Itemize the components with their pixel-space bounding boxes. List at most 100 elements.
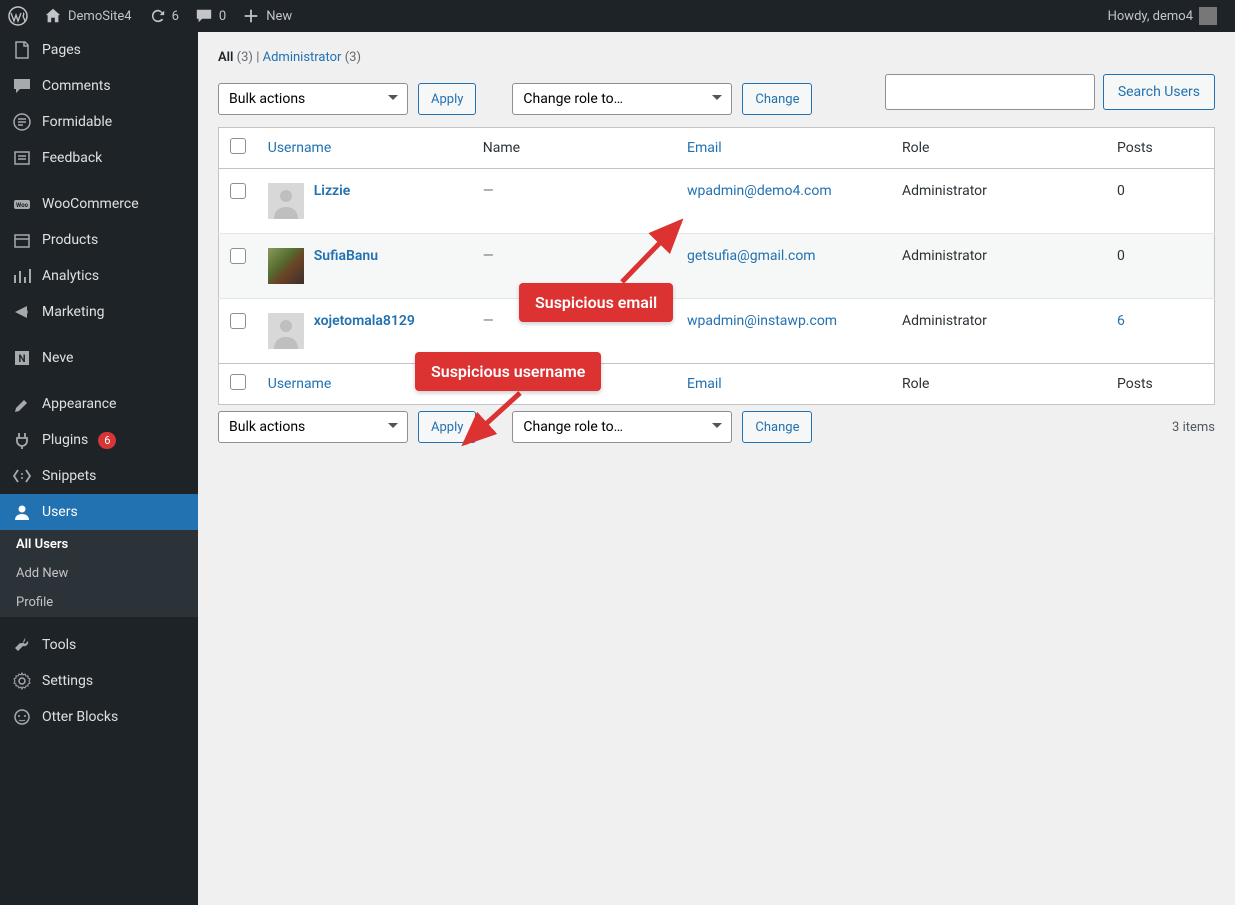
change-button[interactable]: Change: [742, 83, 812, 115]
updates-link[interactable]: 6: [140, 0, 187, 32]
formidable-icon: [12, 112, 32, 132]
sidebar-item-snippets[interactable]: Snippets: [0, 458, 198, 494]
username-link[interactable]: SufiaBanu: [314, 248, 378, 264]
appearance-icon: [12, 394, 32, 414]
sidebar-item-label: Plugins: [42, 432, 88, 448]
feedback-icon: [12, 148, 32, 168]
arrow-email: [610, 212, 700, 287]
products-icon: [12, 230, 32, 250]
items-count-bottom: 3 items: [1172, 420, 1215, 435]
filter-administrator[interactable]: Administrator (3): [263, 50, 361, 65]
posts-cell: 6: [1107, 299, 1215, 364]
sidebar-item-tools[interactable]: Tools: [0, 627, 198, 663]
change-role-select[interactable]: Change role to…: [512, 83, 732, 115]
users-icon: [12, 502, 32, 522]
name-cell: —: [483, 183, 494, 199]
sidebar-item-label: Analytics: [42, 268, 99, 284]
sidebar-item-otter-blocks[interactable]: Otter Blocks: [0, 699, 198, 735]
name-cell: —: [483, 248, 494, 264]
change-role-select-bottom[interactable]: Change role to…: [512, 411, 732, 443]
otter-icon: [12, 707, 32, 727]
row-checkbox[interactable]: [230, 183, 246, 199]
sidebar-item-label: Marketing: [42, 304, 105, 320]
col-role-foot: Role: [892, 364, 1107, 405]
update-icon: [148, 7, 166, 25]
col-email-foot[interactable]: Email: [687, 376, 722, 392]
row-checkbox[interactable]: [230, 313, 246, 329]
username-link[interactable]: Lizzie: [314, 183, 351, 199]
account-link[interactable]: Howdy, demo4: [1100, 0, 1225, 32]
sidebar-item-label: Feedback: [42, 150, 102, 166]
sidebar-item-appearance[interactable]: Appearance: [0, 386, 198, 422]
bulk-actions-select-bottom[interactable]: Bulk actions: [218, 411, 408, 443]
change-button-bottom[interactable]: Change: [742, 411, 812, 443]
sidebar-item-products[interactable]: Products: [0, 222, 198, 258]
username-link[interactable]: xojetomala8129: [314, 313, 415, 329]
updates-count: 6: [172, 9, 179, 24]
sidebar-item-woocommerce[interactable]: Woo WooCommerce: [0, 186, 198, 222]
analytics-icon: [12, 266, 32, 286]
select-all-checkbox[interactable]: [230, 138, 246, 154]
admin-toolbar: DemoSite4 6 0 New Howdy, demo4: [0, 0, 1235, 32]
submenu-all-users[interactable]: All Users: [0, 530, 198, 559]
comments-link[interactable]: 0: [187, 0, 234, 32]
sidebar-item-label: Snippets: [42, 468, 96, 484]
sidebar-item-users[interactable]: Users: [0, 494, 198, 530]
sidebar-item-pages[interactable]: Pages: [0, 32, 198, 68]
row-checkbox[interactable]: [230, 248, 246, 264]
select-all-checkbox-bottom[interactable]: [230, 374, 246, 390]
submenu-add-new[interactable]: Add New: [0, 559, 198, 588]
plugins-icon: [12, 430, 32, 450]
sidebar-item-analytics[interactable]: Analytics: [0, 258, 198, 294]
col-username[interactable]: Username: [268, 140, 332, 156]
arrow-username: [455, 388, 535, 453]
sidebar-item-label: Users: [42, 504, 78, 520]
tools-icon: [12, 635, 32, 655]
neve-icon: N: [12, 348, 32, 368]
col-posts-foot: Posts: [1107, 364, 1215, 405]
table-row: Lizzie—wpadmin@demo4.comAdministrator0: [219, 169, 1215, 234]
comments-count: 0: [219, 9, 226, 24]
email-link[interactable]: getsufia@gmail.com: [687, 248, 816, 264]
col-email[interactable]: Email: [687, 140, 722, 156]
sidebar-item-neve[interactable]: NNeve: [0, 340, 198, 376]
sidebar-item-label: WooCommerce: [42, 196, 139, 212]
sidebar-item-plugins[interactable]: Plugins6: [0, 422, 198, 458]
filter-all[interactable]: All (3): [218, 50, 253, 65]
role-cell: Administrator: [892, 169, 1107, 234]
wordpress-icon: [8, 6, 28, 26]
user-filter-links: All (3) | Administrator (3): [218, 42, 1215, 77]
posts-link[interactable]: 6: [1117, 313, 1125, 329]
sidebar-item-marketing[interactable]: Marketing: [0, 294, 198, 330]
main-content: Search Users All (3) | Administrator (3)…: [198, 32, 1235, 905]
woo-icon: Woo: [12, 194, 32, 214]
sidebar-item-label: Products: [42, 232, 98, 248]
email-link[interactable]: wpadmin@demo4.com: [687, 183, 832, 199]
sidebar-item-feedback[interactable]: Feedback: [0, 140, 198, 176]
sidebar-item-comments[interactable]: Comments: [0, 68, 198, 104]
svg-text:N: N: [18, 354, 25, 365]
submenu-profile[interactable]: Profile: [0, 588, 198, 617]
search-users-form: Search Users: [885, 74, 1215, 110]
snippets-icon: [12, 466, 32, 486]
name-cell: —: [483, 313, 494, 329]
sidebar-item-label: Tools: [42, 637, 76, 653]
role-cell: Administrator: [892, 299, 1107, 364]
search-users-button[interactable]: Search Users: [1103, 74, 1215, 110]
plus-icon: [242, 7, 260, 25]
site-link[interactable]: DemoSite4: [36, 0, 140, 32]
sidebar-item-settings[interactable]: Settings: [0, 663, 198, 699]
sidebar-item-label: Otter Blocks: [42, 709, 118, 725]
avatar: [268, 248, 304, 284]
sidebar-item-formidable[interactable]: Formidable: [0, 104, 198, 140]
email-link[interactable]: wpadmin@instawp.com: [687, 313, 837, 329]
col-posts: Posts: [1107, 128, 1215, 169]
bulk-actions-select[interactable]: Bulk actions: [218, 83, 408, 115]
apply-button[interactable]: Apply: [418, 83, 476, 115]
avatar: [268, 313, 304, 349]
wp-logo[interactable]: [0, 0, 36, 32]
search-input[interactable]: [885, 74, 1095, 110]
users-table: Username Name Email Role Posts Lizzie—wp…: [218, 127, 1215, 405]
col-username-foot[interactable]: Username: [268, 376, 332, 392]
new-link[interactable]: New: [234, 0, 300, 32]
